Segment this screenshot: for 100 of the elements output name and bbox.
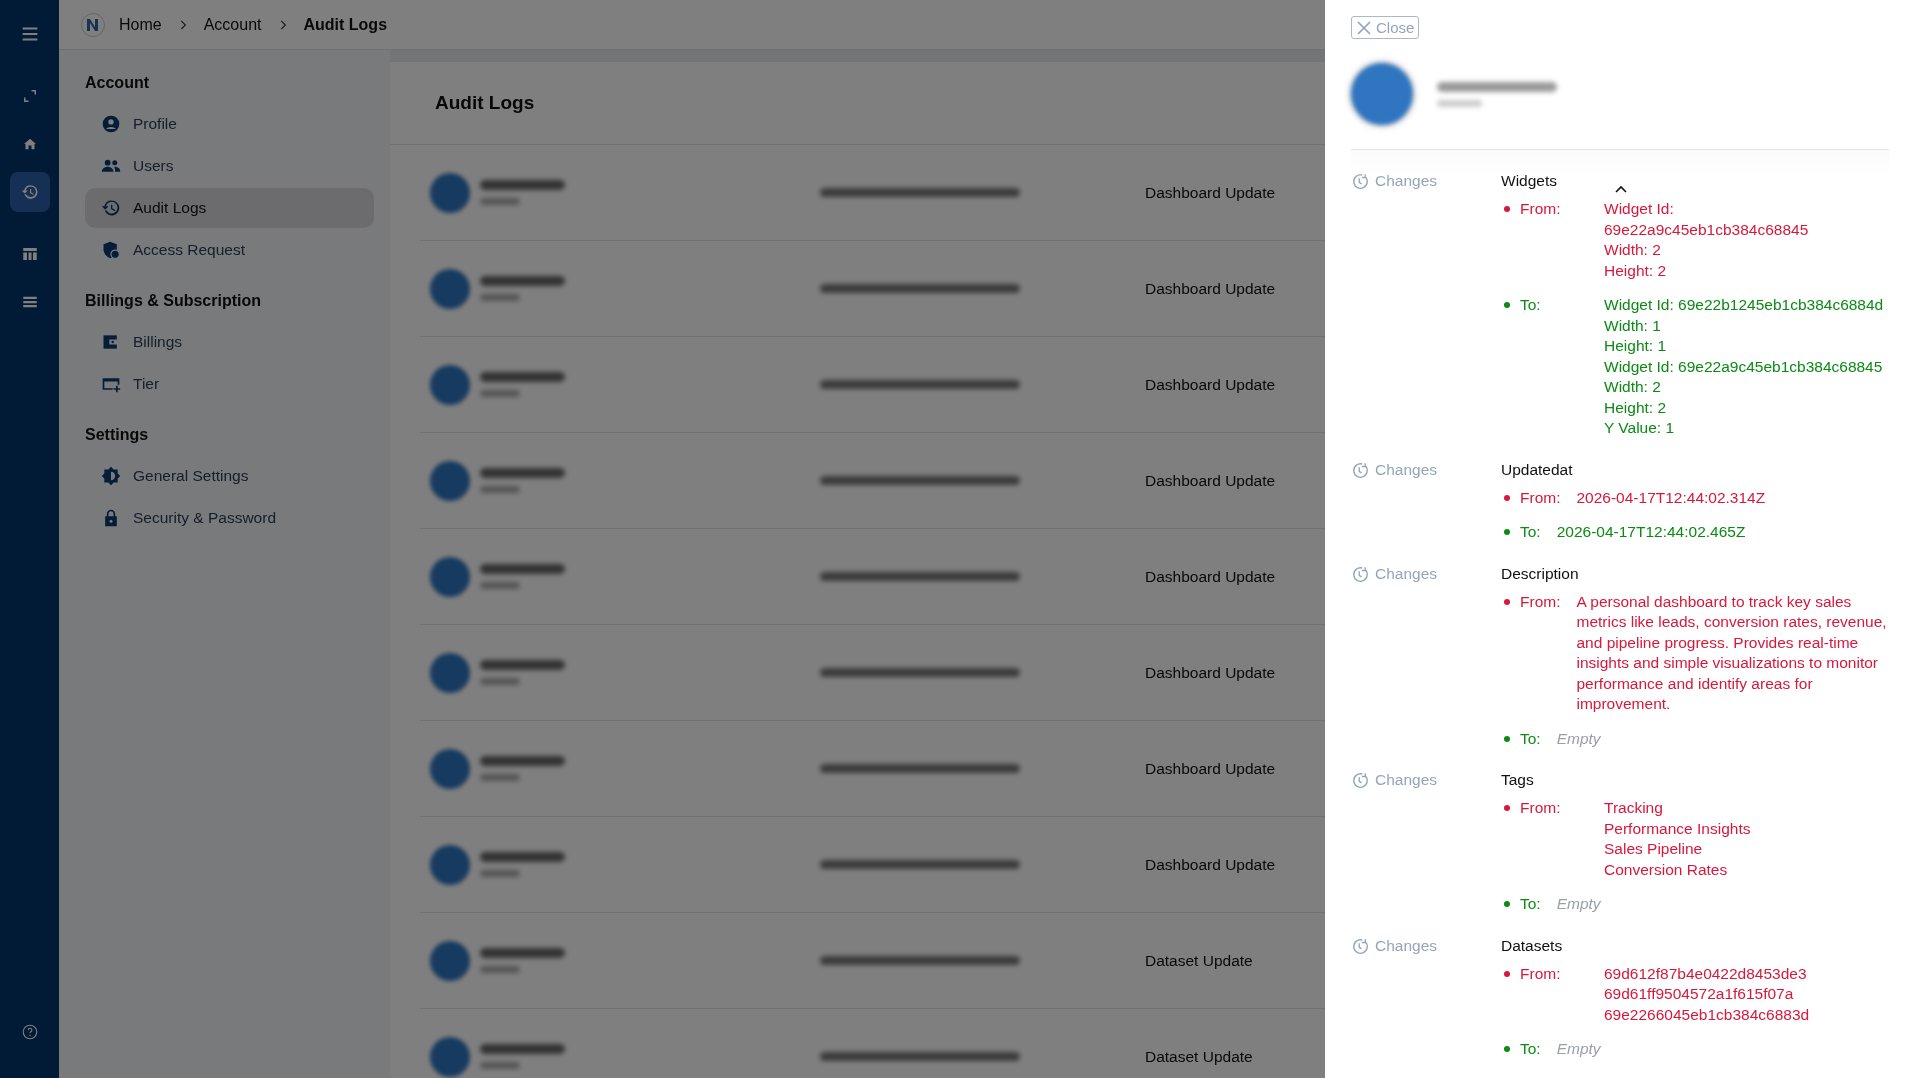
page-title: Audit Logs — [390, 62, 1325, 145]
change-label: From: — [1520, 591, 1561, 612]
action-text: Dashboard Update — [1145, 183, 1277, 202]
changes-label: Changes — [1375, 564, 1438, 583]
change-value: 69e22a9c45eb1cb384c68845 — [1604, 219, 1809, 240]
change-label: To: — [1520, 728, 1541, 749]
sidebar-item[interactable]: Access Request — [85, 230, 374, 270]
bullet-dot — [1504, 805, 1510, 811]
person-icon — [101, 114, 121, 134]
avatar — [430, 652, 470, 693]
brightness-icon — [101, 466, 121, 486]
change-label: From: — [1520, 199, 1562, 219]
change-value: Height: 2 — [1604, 397, 1668, 418]
change-label: From: — [1520, 487, 1561, 508]
change-value: 2026-04-17T12:44:02.314Z — [1576, 487, 1766, 508]
field-name: Tags — [1501, 771, 1534, 789]
action-text: Dashboard Update — [1145, 375, 1277, 394]
sidebar-item[interactable]: General Settings — [85, 456, 374, 496]
action-text: Dashboard Update — [1145, 567, 1277, 586]
change-value: 69e2266045eb1cb384c6883d — [1604, 1004, 1810, 1025]
change-label: From: — [1520, 798, 1562, 818]
bullet-dot — [1504, 529, 1510, 535]
sidebar-item[interactable]: Profile — [85, 104, 374, 144]
avatar — [430, 940, 470, 981]
change-value: Widget Id: — [1604, 199, 1675, 219]
change-value: Width: 2 — [1604, 377, 1662, 397]
change-value: Tracking — [1604, 798, 1664, 818]
sidebar-item[interactable]: Security & Password — [85, 498, 374, 538]
history-icon — [101, 198, 121, 218]
change-value: Y Value: 1 — [1604, 418, 1676, 438]
avatar — [1351, 63, 1413, 125]
changes-label: Changes — [1375, 460, 1438, 479]
sidebar-item[interactable]: Billings — [85, 322, 374, 362]
bullet-dot — [1504, 302, 1510, 308]
sidebar-heading: Billings & Subscription — [85, 292, 262, 310]
change-label: To: — [1520, 894, 1541, 914]
empty-value: Empty — [1556, 894, 1601, 914]
avatar — [430, 844, 470, 885]
scroll-up-icon[interactable] — [1614, 184, 1628, 194]
avatar — [430, 748, 470, 789]
sidebar-heading: Account — [85, 74, 150, 92]
clock-icon — [1351, 461, 1369, 480]
action-text: Dashboard Update — [1145, 759, 1277, 778]
breadcrumb-link[interactable]: Audit Logs — [303, 15, 388, 34]
bullet-dot — [1504, 970, 1510, 977]
change-value: 69d61ff9504572a1f615f07a — [1604, 984, 1795, 1004]
shield-icon — [101, 240, 121, 260]
breadcrumb-link[interactable]: Account — [203, 15, 262, 34]
action-text: Dashboard Update — [1145, 663, 1277, 682]
change-value: Height: 2 — [1604, 260, 1668, 281]
change-value: A personal dashboard to track key sales metrics like leads, conversion rates, revenue, and pipeline progress. Provides real-time insights and simple visualizations to monitor performance and identify areas for improvement. — [1576, 591, 1888, 714]
change-value: Height: 1 — [1604, 336, 1668, 356]
avatar — [430, 556, 470, 597]
action-text: Dataset Update — [1145, 951, 1254, 970]
change-label: From: — [1520, 963, 1562, 984]
change-label: To: — [1520, 295, 1542, 315]
clock-icon — [1351, 565, 1369, 584]
sidebar-item[interactable]: Audit Logs — [85, 188, 374, 228]
table-icon — [20, 245, 39, 263]
action-text: Dataset Update — [1145, 1047, 1254, 1066]
change-value: Widget Id: 69e22b1245eb1cb384c6884d — [1604, 295, 1884, 315]
sidebar-item[interactable]: Tier — [85, 364, 374, 404]
action-text: Dashboard Update — [1145, 471, 1277, 490]
changes-label: Changes — [1375, 172, 1438, 190]
sidebar-item[interactable]: Users — [85, 146, 374, 186]
empty-value: Empty — [1556, 728, 1601, 749]
bullet-dot — [1504, 735, 1510, 742]
field-name: Widgets — [1501, 172, 1557, 190]
change-value: Conversion Rates — [1604, 859, 1729, 880]
empty-value: Empty — [1556, 1039, 1601, 1059]
changes-label: Changes — [1375, 936, 1438, 955]
clock-icon — [1351, 772, 1369, 790]
close-button[interactable]: Close — [1351, 16, 1420, 39]
change-value: Performance Insights — [1604, 818, 1751, 839]
sidebar-heading: Settings — [85, 426, 150, 444]
history-icon — [20, 183, 39, 201]
bullet-dot — [1504, 598, 1510, 605]
field-name: Datasets — [1501, 936, 1563, 955]
avatar — [430, 364, 470, 405]
change-value: Width: 2 — [1604, 240, 1662, 260]
bullet-dot — [1504, 206, 1510, 212]
change-label: To: — [1520, 1039, 1541, 1059]
rail-button[interactable] — [9, 172, 50, 212]
action-text: Dashboard Update — [1145, 855, 1277, 874]
changes-label: Changes — [1375, 771, 1438, 789]
change-value: 2026-04-17T12:44:02.465Z — [1556, 522, 1746, 542]
help-icon — [20, 1023, 39, 1041]
bullet-dot — [1504, 494, 1510, 501]
clock-icon — [1351, 173, 1369, 191]
close-icon — [1356, 19, 1372, 36]
change-value: Width: 1 — [1604, 315, 1662, 336]
change-label: To: — [1520, 522, 1541, 542]
bullet-dot — [1504, 1046, 1510, 1052]
clock-icon — [1351, 937, 1369, 956]
field-name: Description — [1501, 564, 1579, 583]
field-name: Updatedat — [1501, 460, 1573, 479]
breadcrumb-link[interactable]: Home — [119, 15, 162, 34]
change-value: 69d612f87b4e0422d8453de3 — [1604, 963, 1808, 984]
avatar — [430, 268, 470, 309]
change-value: Widget Id: 69e22a9c45eb1cb384c68845 — [1604, 356, 1884, 377]
